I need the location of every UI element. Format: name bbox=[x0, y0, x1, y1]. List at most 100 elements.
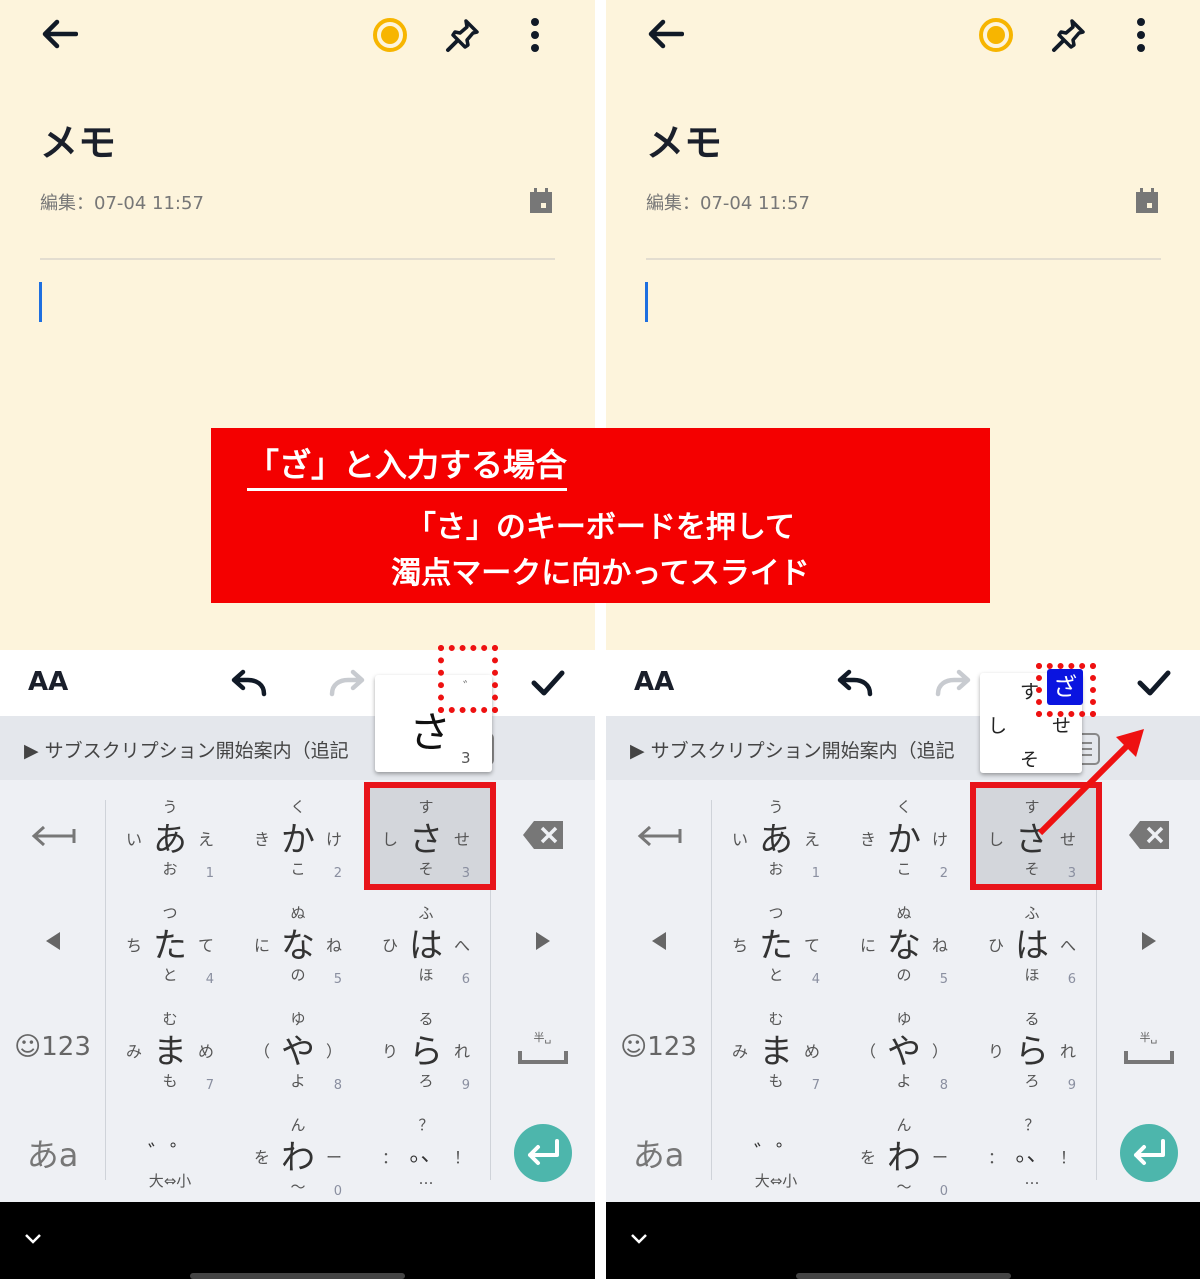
chevron-down-icon[interactable] bbox=[630, 1233, 648, 1245]
check-icon[interactable] bbox=[1136, 668, 1172, 698]
key-10[interactable]: わをんー〜 0 bbox=[234, 1100, 362, 1206]
back-arrow-icon[interactable] bbox=[646, 18, 684, 50]
undo-icon[interactable] bbox=[230, 668, 268, 698]
key-char-b: 大⇔小 bbox=[148, 1172, 192, 1190]
key-char-n: 4 bbox=[205, 972, 214, 987]
suggestion-item[interactable]: ▶ サブスクリプション開始案内（追記 bbox=[24, 736, 374, 763]
text-cursor[interactable] bbox=[645, 282, 648, 322]
kana-mode-key[interactable]: あa bbox=[0, 1100, 105, 1206]
home-indicator[interactable] bbox=[796, 1273, 1011, 1279]
key-11[interactable]: 。、：？！… bbox=[968, 1100, 1096, 1206]
cursor-right-key[interactable] bbox=[490, 888, 595, 994]
key-char-t: ？ bbox=[1024, 1116, 1040, 1134]
text-style-button[interactable]: AA bbox=[634, 667, 674, 697]
key-char-t: ん bbox=[896, 1116, 912, 1134]
key-8[interactable]: らりるれろ9 bbox=[968, 994, 1096, 1100]
key-char-b: も bbox=[768, 1072, 784, 1090]
key-11[interactable]: 。、：？！… bbox=[362, 1100, 490, 1206]
key-char-n: 1 bbox=[811, 866, 820, 881]
key-3[interactable]: たちつてと4 bbox=[712, 888, 840, 994]
key-char-t: ？ bbox=[418, 1116, 434, 1134]
cursor-right-key[interactable] bbox=[1096, 888, 1200, 994]
key-char-r: け bbox=[931, 830, 948, 849]
key-5[interactable]: はひふへほ6 bbox=[362, 888, 490, 994]
key-8[interactable]: らりるれろ9 bbox=[362, 994, 490, 1100]
key-1[interactable]: かきくけこ2 bbox=[234, 782, 362, 888]
key-char-b: ろ bbox=[418, 1072, 434, 1090]
key-6[interactable]: まみむめも7 bbox=[106, 994, 234, 1100]
key-char-b: も bbox=[162, 1072, 178, 1090]
key-char-t: つ bbox=[162, 904, 178, 922]
key-char-t: う bbox=[768, 798, 784, 816]
key-char-l: に bbox=[860, 936, 877, 955]
note-title[interactable]: メモ bbox=[646, 112, 722, 167]
key-3[interactable]: たちつてと4 bbox=[106, 888, 234, 994]
pin-icon[interactable] bbox=[1050, 16, 1088, 54]
key-9[interactable]: ゛゜ 大⇔小 bbox=[712, 1100, 840, 1206]
key-10[interactable]: わをんー〜 0 bbox=[840, 1100, 968, 1206]
back-arrow-icon[interactable] bbox=[40, 18, 78, 50]
key-char-m: ゛゜ bbox=[753, 1142, 798, 1167]
space-key[interactable]: 半␣ bbox=[1096, 994, 1200, 1100]
key-0[interactable]: あいうえお1 bbox=[106, 782, 234, 888]
note-title[interactable]: メモ bbox=[40, 112, 116, 167]
home-indicator[interactable] bbox=[190, 1273, 405, 1279]
key-char-n: 4 bbox=[811, 972, 820, 987]
undo-key[interactable] bbox=[0, 782, 105, 888]
suggestion-item[interactable]: ▶ サブスクリプション開始案内（追記 bbox=[630, 736, 980, 763]
key-char-t: す bbox=[418, 798, 434, 816]
color-circle-icon[interactable] bbox=[371, 16, 409, 54]
key-char-l: ： bbox=[382, 1148, 399, 1167]
more-vert-icon[interactable] bbox=[1134, 16, 1148, 54]
key-9[interactable]: ゛゜ 大⇔小 bbox=[106, 1100, 234, 1206]
chevron-down-icon[interactable] bbox=[24, 1233, 42, 1245]
emoji-number-key[interactable]: ☺123 bbox=[606, 994, 711, 1100]
enter-key[interactable] bbox=[1096, 1100, 1200, 1206]
space-key[interactable]: 半␣ bbox=[490, 994, 595, 1100]
key-char-l: み bbox=[732, 1042, 749, 1061]
cursor-left-key[interactable] bbox=[606, 888, 711, 994]
key-7[interactable]: や（ゆ）よ 8 bbox=[234, 994, 362, 1100]
key-char-n: 0 bbox=[939, 1184, 948, 1199]
key-4[interactable]: なにぬねの5 bbox=[234, 888, 362, 994]
edited-timestamp: 編集：07-04 11:57 bbox=[40, 193, 204, 214]
divider bbox=[646, 258, 1161, 260]
text-cursor[interactable] bbox=[39, 282, 42, 322]
kana-mode-key[interactable]: あa bbox=[606, 1100, 711, 1206]
key-char-t: ゆ bbox=[896, 1010, 912, 1028]
key-char-n: 6 bbox=[461, 972, 470, 987]
banner-line-1: 「さ」のキーボードを押して bbox=[405, 510, 796, 545]
key-7[interactable]: や（ゆ）よ 8 bbox=[840, 994, 968, 1100]
calendar-icon[interactable] bbox=[529, 188, 553, 214]
banner-heading: 「ざ」と入力する場合 bbox=[247, 440, 568, 491]
key-2[interactable]: さしすせそ3 bbox=[362, 782, 490, 888]
more-vert-icon[interactable] bbox=[528, 16, 542, 54]
undo-key[interactable] bbox=[606, 782, 711, 888]
key-char-n: 2 bbox=[333, 866, 342, 881]
cursor-left-key[interactable] bbox=[0, 888, 105, 994]
key-1[interactable]: かきくけこ2 bbox=[840, 782, 968, 888]
check-icon[interactable] bbox=[530, 668, 566, 698]
key-char-n: 2 bbox=[939, 866, 948, 881]
undo-icon[interactable] bbox=[836, 668, 874, 698]
key-char-b: の bbox=[896, 966, 912, 984]
pin-icon[interactable] bbox=[444, 16, 482, 54]
key-char-l: き bbox=[254, 830, 271, 849]
redo-icon[interactable] bbox=[328, 668, 366, 698]
backspace-key[interactable] bbox=[490, 782, 595, 888]
key-0[interactable]: あいうえお1 bbox=[712, 782, 840, 888]
color-circle-icon[interactable] bbox=[977, 16, 1015, 54]
key-char-r: え bbox=[803, 830, 820, 849]
key-char-r: め bbox=[197, 1042, 214, 1061]
key-6[interactable]: まみむめも7 bbox=[712, 994, 840, 1100]
emoji-number-key[interactable]: ☺123 bbox=[0, 994, 105, 1100]
key-4[interactable]: なにぬねの5 bbox=[840, 888, 968, 994]
calendar-icon[interactable] bbox=[1135, 188, 1159, 214]
key-5[interactable]: はひふへほ6 bbox=[968, 888, 1096, 994]
text-style-button[interactable]: AA bbox=[28, 667, 68, 697]
key-char-b: そ bbox=[418, 860, 434, 878]
key-char-t: ゆ bbox=[290, 1010, 306, 1028]
enter-key[interactable] bbox=[490, 1100, 595, 1206]
key-char-n: 8 bbox=[333, 1078, 342, 1093]
redo-icon[interactable] bbox=[934, 668, 972, 698]
